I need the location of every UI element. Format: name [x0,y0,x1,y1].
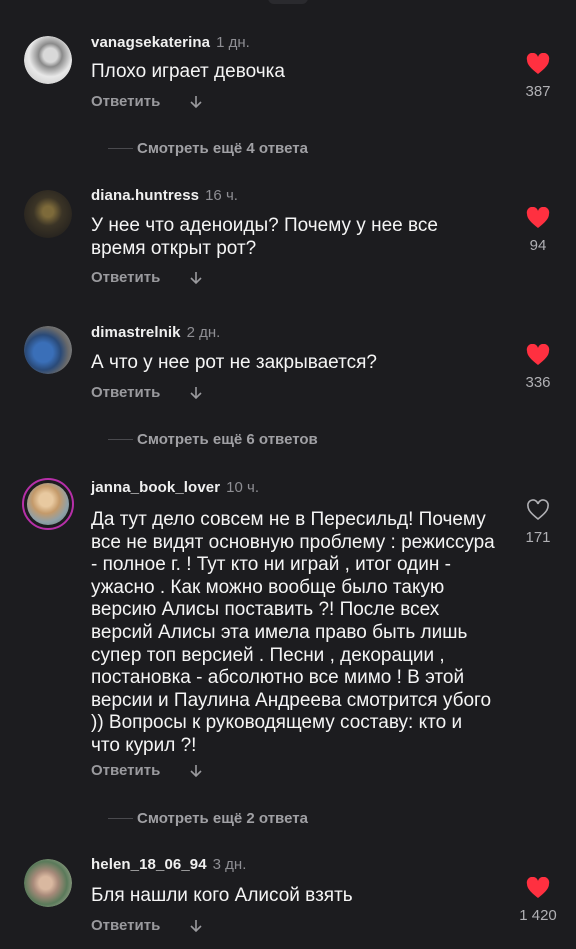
comment-text: У нее что аденоиды? Почему у нее все вре… [91,215,438,259]
heart-filled-icon[interactable] [526,207,550,229]
timestamp: 1 дн. [216,34,250,51]
like-control[interactable]: 387 [518,53,558,100]
reply-button[interactable]: Ответить [91,269,160,286]
comment-text: А что у нее рот не закрывается? [91,352,377,373]
heart-filled-icon[interactable] [526,877,550,899]
view-more-replies-button[interactable]: Смотреть ещё 6 ответов [108,431,318,448]
username[interactable]: helen_18_06_94 [91,856,207,873]
translate-arrow-icon[interactable] [188,763,204,779]
avatar[interactable] [24,190,72,238]
timestamp: 2 дн. [186,324,221,341]
comment-text: Бля нашли кого Алисой взять [91,885,353,906]
like-control[interactable]: 171 [518,499,558,546]
like-count: 336 [525,374,551,391]
username[interactable]: diana.huntress [91,187,199,204]
like-count: 171 [525,529,551,546]
like-control[interactable]: 94 [518,207,558,254]
translate-arrow-icon[interactable] [188,385,204,401]
translate-arrow-icon[interactable] [188,94,204,110]
timestamp: 16 ч. [205,187,238,204]
timestamp: 10 ч. [226,479,259,496]
heart-outline-icon[interactable] [526,499,550,521]
translate-arrow-icon[interactable] [188,270,204,286]
comment-text: Плохо играет девочка [91,61,285,82]
avatar[interactable] [24,326,72,374]
comment-text: Да тут дело совсем не в Пересильд! Почем… [91,509,495,756]
reply-button[interactable]: Ответить [91,917,160,934]
like-count: 387 [525,83,551,100]
translate-arrow-icon[interactable] [188,918,204,934]
view-more-replies-button[interactable]: Смотреть ещё 4 ответа [108,140,308,157]
like-count: 94 [529,237,547,254]
view-more-replies-button[interactable]: Смотреть ещё 2 ответа [108,810,308,827]
username[interactable]: dimastrelnik [91,324,181,341]
top-handle [0,0,576,8]
avatar-story-ring[interactable] [22,478,74,530]
reply-button[interactable]: Ответить [91,762,160,779]
like-count: 1 420 [519,907,557,924]
avatar[interactable] [24,859,72,907]
heart-filled-icon[interactable] [526,344,550,366]
reply-button[interactable]: Ответить [91,384,160,401]
username[interactable]: janna_book_lover [91,479,220,496]
username[interactable]: vanagsekaterina [91,34,210,51]
comment-meta: vanagsekaterina 1 дн. [91,34,250,51]
heart-filled-icon[interactable] [526,53,550,75]
avatar[interactable] [24,36,72,84]
timestamp: 3 дн. [212,856,247,873]
reply-button[interactable]: Ответить [91,93,160,110]
like-control[interactable]: 1 420 [514,877,562,924]
like-control[interactable]: 336 [518,344,558,391]
